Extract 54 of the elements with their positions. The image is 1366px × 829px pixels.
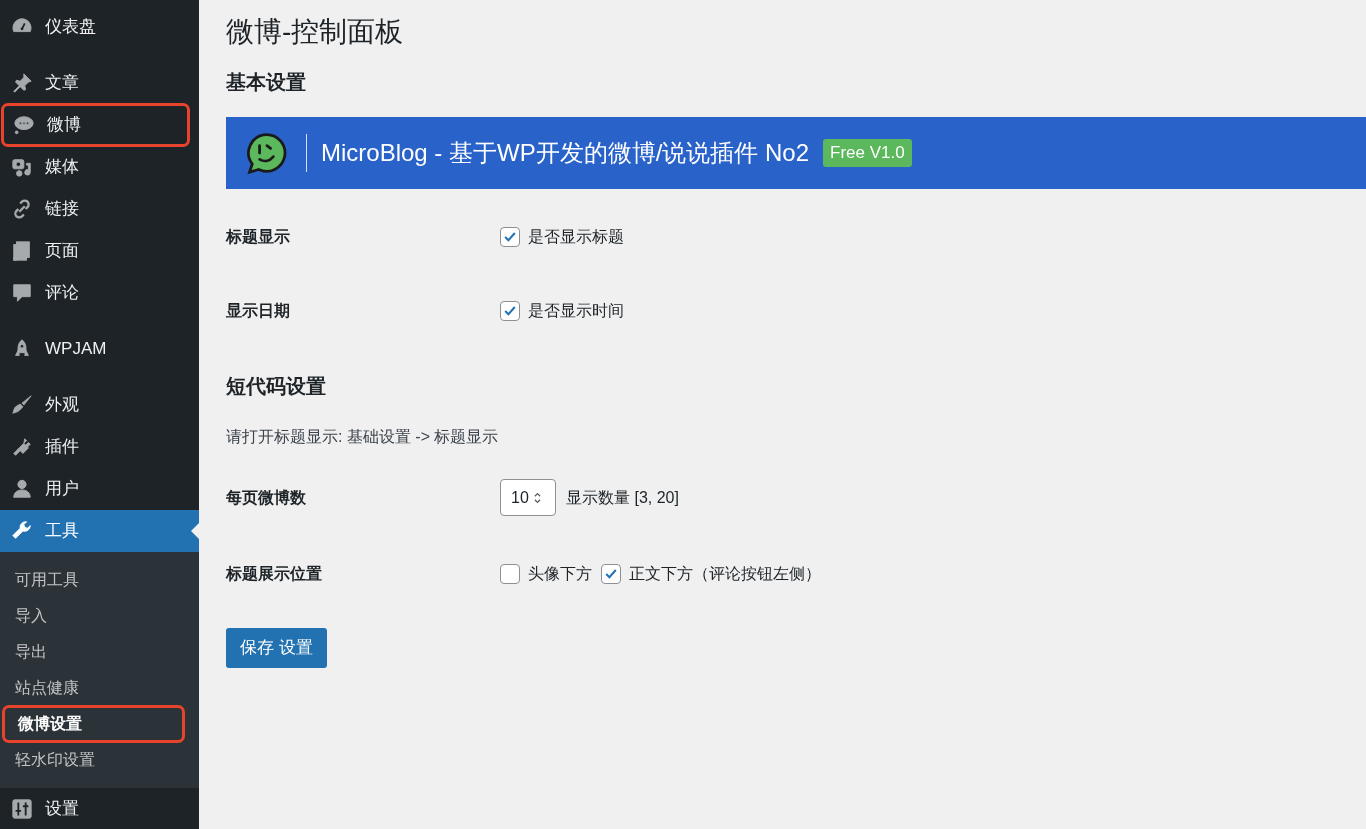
field-label: 标题展示位置: [226, 564, 323, 584]
sidebar-menu-item[interactable]: 文章: [0, 62, 199, 104]
sliders-icon: [11, 798, 33, 820]
sidebar-menu-item[interactable]: WPJAM: [0, 328, 199, 370]
section-note: 请打开标题显示: 基础设置 -> 标题显示: [226, 427, 500, 447]
save-button[interactable]: 保存 设置: [226, 628, 327, 668]
current-page-pointer: [191, 523, 199, 539]
checkbox-label: 正文下方（评论按钮左侧）: [629, 564, 821, 584]
sidebar-menu-item[interactable]: 微博: [2, 104, 189, 146]
submenu-item[interactable]: 导入: [0, 598, 199, 634]
field-label: 显示日期: [226, 301, 291, 321]
sidebar-menu-item[interactable]: 页面: [0, 230, 199, 272]
section-heading: 基本设置: [226, 70, 307, 95]
camera-music-icon: [11, 156, 33, 178]
sidebar-menu-item[interactable]: 仪表盘: [0, 6, 199, 48]
field-hint: 显示数量 [3, 20]: [566, 487, 679, 508]
sidebar-menu-item[interactable]: 外观: [0, 384, 199, 426]
checkbox[interactable]: [500, 301, 520, 321]
submenu-item[interactable]: 可用工具: [0, 562, 199, 598]
page-title: 微博-控制面板: [226, 15, 405, 49]
number-field[interactable]: 10: [500, 479, 556, 516]
submenu-item[interactable]: 站点健康: [0, 670, 199, 706]
link-icon: [11, 198, 33, 220]
user-icon: [11, 478, 33, 500]
submenu-item[interactable]: 微博设置: [3, 706, 184, 742]
sidebar-menu-item[interactable]: 工具: [0, 510, 199, 552]
checkbox-label: 是否显示时间: [528, 301, 624, 321]
submenu-item[interactable]: 导出: [0, 634, 199, 670]
checkbox[interactable]: [500, 564, 520, 584]
sidebar-menu-item[interactable]: 链接: [0, 188, 199, 230]
plug-icon: [11, 436, 33, 458]
checkbox[interactable]: [601, 564, 621, 584]
speech-bubble-icon: [13, 114, 35, 136]
section-heading: 短代码设置: [226, 374, 327, 399]
spinner-icon[interactable]: [532, 490, 542, 505]
banner-title: MicroBlog - 基于WP开发的微博/说说插件 No2: [321, 138, 810, 168]
sidebar-menu-item[interactable]: 评论: [0, 272, 199, 314]
smiley-bubble-logo-icon: [244, 131, 288, 175]
checkbox-label: 头像下方: [528, 564, 592, 584]
pushpin-icon: [11, 72, 33, 94]
sidebar-menu-item[interactable]: 媒体: [0, 146, 199, 188]
field-label: 每页微博数: [226, 487, 307, 508]
submenu-item[interactable]: 轻水印设置: [0, 742, 199, 778]
field-label: 标题显示: [226, 227, 291, 247]
pages-icon: [11, 240, 33, 262]
version-badge: Free V1.0: [823, 139, 912, 167]
sidebar-menu-item[interactable]: 用户: [0, 468, 199, 510]
checkbox[interactable]: [500, 227, 520, 247]
paintbrush-icon: [11, 394, 33, 416]
wrench-icon: [11, 520, 33, 542]
checkbox-label: 是否显示标题: [528, 227, 624, 247]
sidebar-menu-item[interactable]: 设置: [0, 788, 199, 829]
comment-icon: [11, 282, 33, 304]
sidebar-menu-item[interactable]: 插件: [0, 426, 199, 468]
